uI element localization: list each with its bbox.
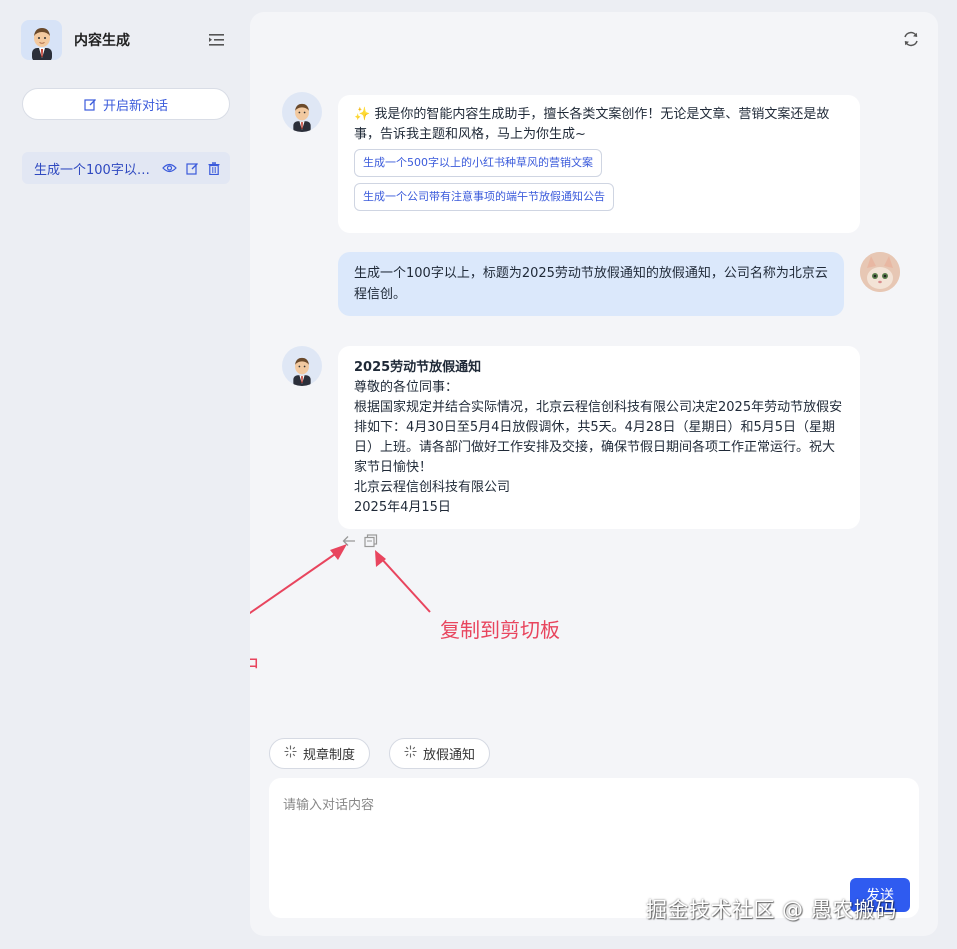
suggestion-button[interactable]: 生成一个公司带有注意事项的端午节放假通知公告	[354, 183, 614, 211]
notice-title: 2025劳动节放假通知	[354, 360, 482, 375]
watermark: 掘金技术社区 @ 愚农搬码	[646, 898, 897, 922]
assistant-avatar	[282, 346, 322, 386]
quick-chip[interactable]: 规章制度	[269, 738, 371, 769]
refresh-icon[interactable]	[902, 30, 920, 52]
view-icon[interactable]	[162, 162, 177, 174]
app-title: 内容生成	[74, 33, 130, 49]
sparkle-icon	[284, 745, 297, 762]
businessman-icon	[293, 357, 311, 386]
new-chat-label: 开启新对话	[102, 98, 168, 114]
brand: 内容生成	[21, 20, 130, 60]
businessman-icon	[293, 103, 311, 132]
assistant-message: ✨ 我是你的智能内容生成助手，擅长各类文案创作！无论是文章、营销文案还是故事，告…	[338, 95, 860, 233]
notice-body: 根据国家规定并结合实际情况，北京云程信创科技有限公司决定2025年劳动节放假安排…	[354, 400, 843, 475]
message-actions	[342, 534, 378, 548]
insert-annotation: 插入到控件中	[250, 649, 259, 678]
copy-icon[interactable]	[364, 534, 378, 548]
conversation-item[interactable]: 生成一个100字以…	[22, 152, 230, 184]
notice-greeting: 尊敬的各位同事：	[354, 380, 459, 395]
suggestion-button[interactable]: 生成一个500字以上的小红书种草风的营销文案	[354, 149, 602, 177]
intro-text: ✨ 我是你的智能内容生成助手，擅长各类文案创作！无论是文章、营销文案还是故事，告…	[354, 107, 830, 142]
delete-icon[interactable]	[208, 161, 220, 175]
notice-signature: 北京云程信创科技有限公司	[354, 480, 511, 495]
assistant-message: 2025劳动节放假通知 尊敬的各位同事： 根据国家规定并结合实际情况，北京云程信…	[338, 346, 860, 529]
sidebar: 内容生成 开启新对话 生成一个100字以…	[0, 0, 250, 949]
sparkle-icon	[404, 745, 417, 762]
insert-arrow-icon[interactable]	[342, 535, 356, 547]
rename-icon[interactable]	[186, 162, 199, 175]
assistant-avatar	[21, 20, 62, 60]
copy-annotation: 复制到剪切板	[440, 618, 560, 642]
user-avatar	[860, 252, 900, 292]
user-message: 生成一个100字以上，标题为2025劳动节放假通知的放假通知，公司名称为北京云程…	[338, 252, 844, 316]
quick-chip-label: 放假通知	[423, 748, 476, 763]
businessman-icon	[31, 28, 52, 60]
user-message-text: 生成一个100字以上，标题为2025劳动节放假通知的放假通知，公司名称为北京云程…	[354, 266, 828, 302]
conversation-title: 生成一个100字以…	[34, 162, 150, 178]
quick-chip[interactable]: 放假通知	[389, 738, 491, 769]
notice-date: 2025年4月15日	[354, 500, 451, 515]
new-chat-button[interactable]: 开启新对话	[22, 88, 230, 120]
collapse-menu-icon[interactable]	[209, 32, 225, 46]
chat-panel: ✨ 我是你的智能内容生成助手，擅长各类文案创作！无论是文章、营销文案还是故事，告…	[250, 12, 938, 936]
cat-avatar-icon	[860, 252, 900, 292]
edit-icon	[84, 98, 97, 111]
quick-chip-label: 规章制度	[303, 748, 356, 763]
assistant-avatar	[282, 92, 322, 132]
